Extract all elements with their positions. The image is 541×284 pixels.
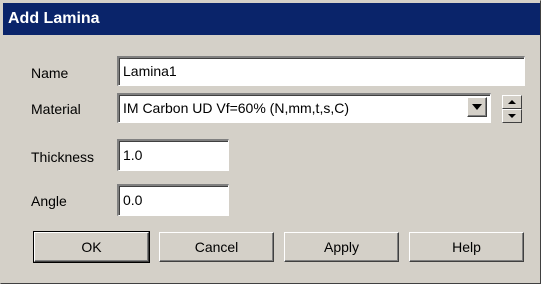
ok-button[interactable]: OK (33, 231, 150, 263)
angle-label: Angle (31, 193, 67, 209)
material-label: Material (31, 101, 81, 117)
angle-input[interactable]: 0.0 (117, 184, 229, 216)
thickness-label: Thickness (31, 149, 95, 165)
material-select-value: IM Carbon UD Vf=60% (N,mm,t,s,C) (123, 100, 349, 116)
help-button[interactable]: Help (409, 232, 524, 262)
arrow-up-icon (508, 100, 516, 104)
material-spin-up-button[interactable] (502, 95, 522, 109)
arrow-down-icon (508, 114, 516, 118)
window-title: Add Lamina (3, 3, 540, 35)
thickness-input[interactable]: 1.0 (117, 139, 229, 171)
material-spin-down-button[interactable] (502, 109, 522, 123)
name-label: Name (31, 65, 69, 81)
material-dropdown-button[interactable] (467, 97, 487, 117)
chevron-down-icon (472, 104, 482, 110)
cancel-button[interactable]: Cancel (159, 232, 274, 262)
apply-button[interactable]: Apply (284, 232, 399, 262)
material-select[interactable]: IM Carbon UD Vf=60% (N,mm,t,s,C) (117, 93, 491, 123)
add-lamina-dialog: Add Lamina Name Lamina1 Material IM Carb… (0, 0, 541, 284)
name-input[interactable]: Lamina1 (117, 56, 525, 86)
